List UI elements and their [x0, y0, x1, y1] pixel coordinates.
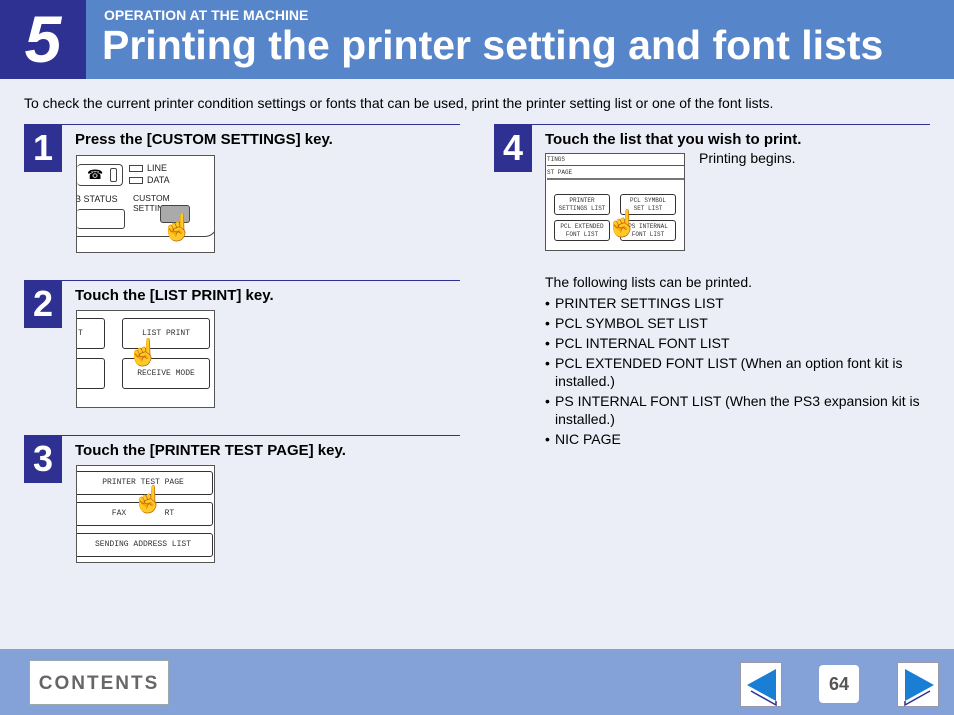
- key-line: PRINTER: [569, 197, 595, 204]
- page-title: Printing the printer setting and font li…: [102, 22, 884, 68]
- data-lamp-icon: [129, 177, 143, 184]
- page-number: 64: [819, 665, 859, 703]
- lists-heading: The following lists can be printed.: [545, 274, 752, 290]
- status-label: B STATUS: [76, 194, 118, 204]
- list-item: PCL INTERNAL FONT LIST: [545, 334, 935, 352]
- lists-bullets: PRINTER SETTINGS LIST PCL SYMBOL SET LIS…: [545, 294, 935, 448]
- step-divider: [494, 124, 930, 125]
- key-line: PCL SYMBOL: [629, 197, 666, 204]
- key-line: SETTINGS LIST: [558, 205, 606, 212]
- partial-key: [77, 358, 105, 389]
- hand-pointer-icon: ☝: [132, 484, 165, 514]
- intro-text: To check the current printer condition s…: [24, 95, 774, 111]
- step-title: Touch the [LIST PRINT] key.: [75, 287, 274, 304]
- line-label: LINE: [147, 163, 168, 173]
- step-title: Touch the [PRINTER TEST PAGE] key.: [75, 442, 346, 459]
- next-page-button[interactable]: [897, 662, 939, 707]
- data-label: DATA: [147, 175, 170, 185]
- hand-pointer-icon: ☝: [606, 208, 639, 238]
- left-arrow-icon: [747, 669, 777, 707]
- list-select-panel: TINGS ST PAGE PRINTER SETTINGS LIST PCL …: [545, 153, 685, 251]
- printable-lists: The following lists can be printed. PRIN…: [545, 272, 935, 450]
- sending-address-list-key[interactable]: SENDING ADDRESS LIST: [77, 533, 213, 557]
- list-item: PRINTER SETTINGS LIST: [545, 294, 935, 312]
- contents-button[interactable]: CONTENTS: [29, 660, 169, 705]
- key-line: PCL EXTENDED: [560, 223, 604, 230]
- pcl-extended-font-list-key[interactable]: PCL EXTENDED FONT LIST: [554, 220, 610, 241]
- step-number: 3: [24, 435, 62, 483]
- previous-page-button[interactable]: [740, 662, 782, 707]
- printer-settings-list-key[interactable]: PRINTER SETTINGS LIST: [554, 194, 610, 215]
- phone-icon: ☎: [87, 167, 104, 182]
- hand-pointer-icon: ☝: [127, 337, 160, 367]
- step-number: 2: [24, 280, 62, 328]
- list-print-panel: T LIST PRINT RECEIVE MODE ☝: [76, 310, 215, 408]
- list-item: PS INTERNAL FONT LIST (When the PS3 expa…: [545, 392, 935, 428]
- partial-key: T: [77, 318, 105, 349]
- printer-test-page-panel: PRINTER TEST PAGE FAX RT SENDING ADDRESS…: [76, 465, 215, 563]
- right-arrow-icon: [904, 669, 934, 707]
- line-lamp-icon: [129, 165, 143, 172]
- row-test-page: ST PAGE: [547, 166, 684, 180]
- page-header: 5 OPERATION AT THE MACHINE Printing the …: [0, 0, 954, 79]
- step-divider: [24, 124, 460, 125]
- step-number: 4: [494, 124, 532, 172]
- step-title: Touch the list that you wish to print.: [545, 131, 802, 148]
- status-key: [77, 209, 125, 229]
- row-settings: TINGS: [547, 154, 684, 166]
- slot-icon: [110, 168, 117, 182]
- hand-pointer-icon: ☝: [161, 212, 194, 242]
- list-item: PCL SYMBOL SET LIST: [545, 314, 935, 332]
- key-line: FONT LIST: [565, 231, 599, 238]
- chapter-number: 5: [0, 0, 86, 79]
- step-divider: [24, 435, 460, 436]
- custom-settings-panel: ☎ LINE DATA B STATUS CUSTOM SETTINGS ☝: [76, 155, 215, 253]
- step-number: 1: [24, 124, 62, 172]
- list-item: NIC PAGE: [545, 430, 935, 448]
- step-divider: [24, 280, 460, 281]
- step-title: Press the [CUSTOM SETTINGS] key.: [75, 131, 333, 148]
- list-item: PCL EXTENDED FONT LIST (When an option f…: [545, 354, 935, 390]
- section-label: OPERATION AT THE MACHINE: [104, 7, 309, 23]
- printing-begins-note: Printing begins.: [699, 150, 796, 166]
